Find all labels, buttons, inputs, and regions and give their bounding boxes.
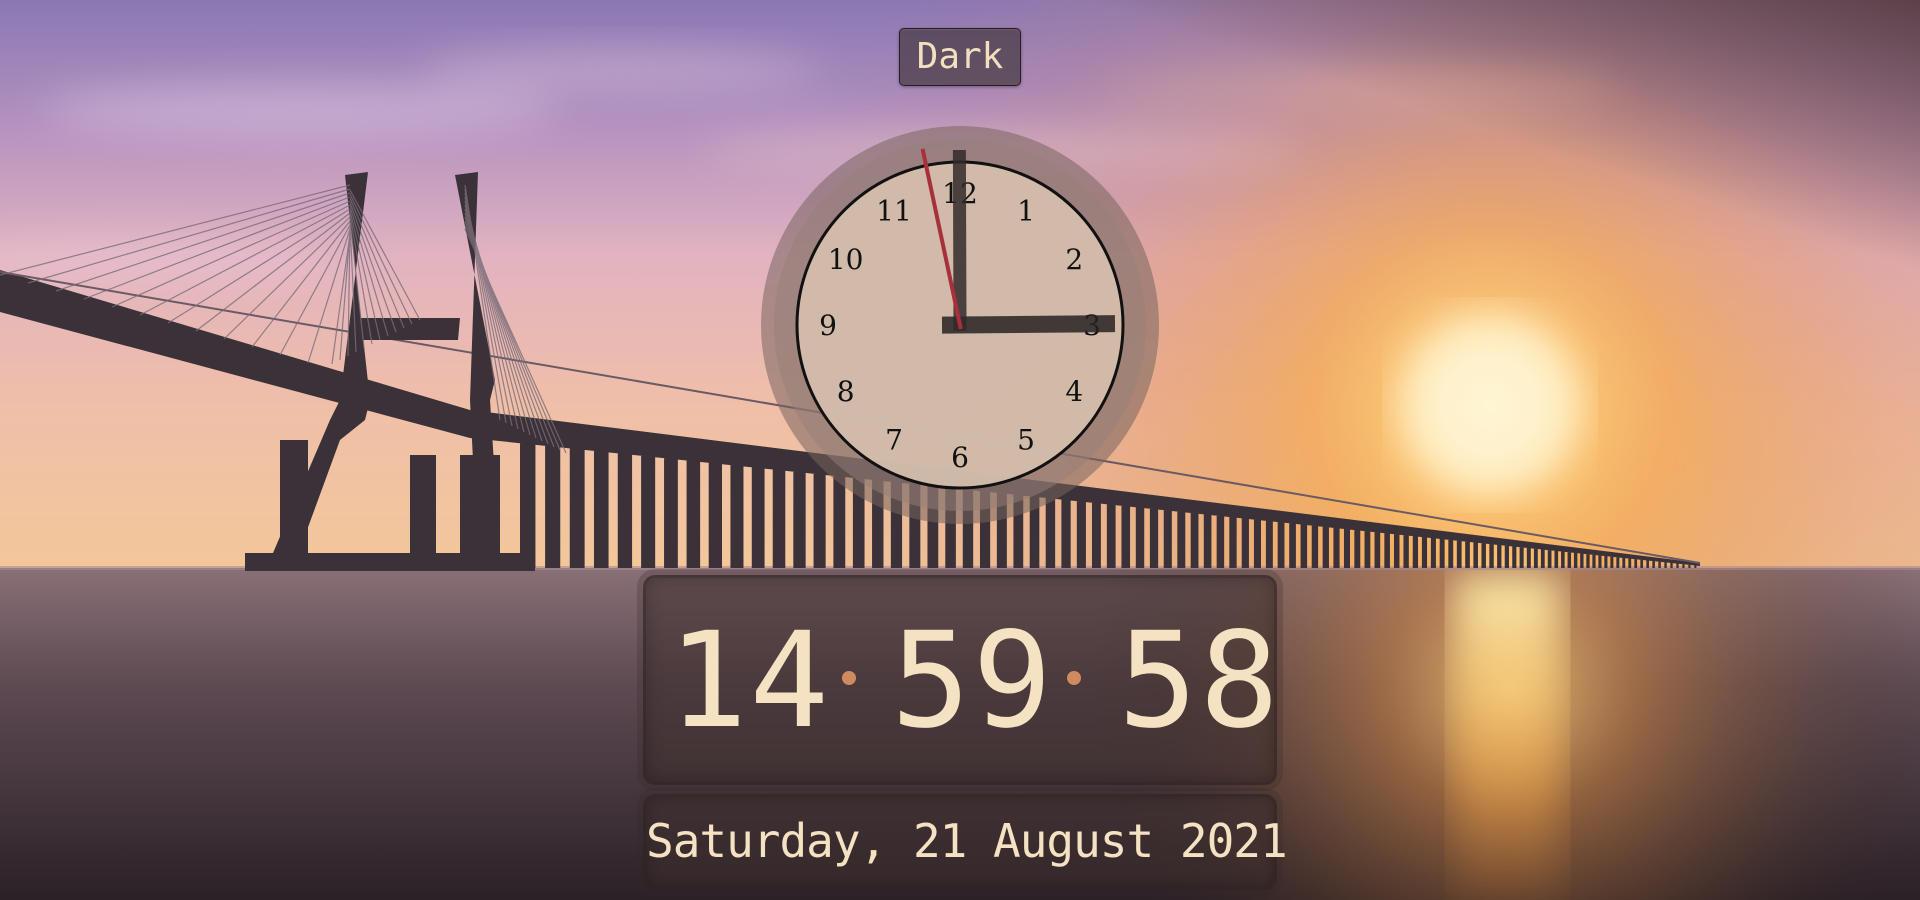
- clock-numeral-6: 6: [951, 441, 969, 474]
- clock-numeral-4: 4: [1065, 375, 1083, 408]
- clock-numeral-11: 11: [876, 195, 912, 228]
- minute-hand: [952, 149, 967, 332]
- hour-hand: [941, 315, 1116, 334]
- digital-seconds: 58: [1118, 604, 1281, 758]
- clock-numeral-8: 8: [837, 375, 855, 408]
- dark-mode-toggle-button[interactable]: Dark: [899, 28, 1021, 86]
- clock-numeral-1: 1: [1017, 195, 1035, 228]
- clock-numeral-10: 10: [828, 243, 864, 276]
- clock-numeral-9: 9: [819, 309, 837, 342]
- time-separator: [839, 640, 859, 694]
- date-label: Saturday, 21 August 2021: [646, 814, 1288, 868]
- clock-numeral-7: 7: [885, 423, 903, 456]
- clock-numeral-5: 5: [1017, 423, 1035, 456]
- digital-hours: 14: [668, 604, 831, 758]
- date-panel: Saturday, 21 August 2021: [643, 794, 1288, 890]
- clock-numeral-2: 2: [1065, 243, 1083, 276]
- digital-clock-panel: 14 59 58: [643, 575, 1281, 785]
- time-separator: [1064, 640, 1084, 694]
- analog-clock: 121234567891011: [761, 126, 1159, 524]
- digital-minutes: 59: [891, 604, 1054, 758]
